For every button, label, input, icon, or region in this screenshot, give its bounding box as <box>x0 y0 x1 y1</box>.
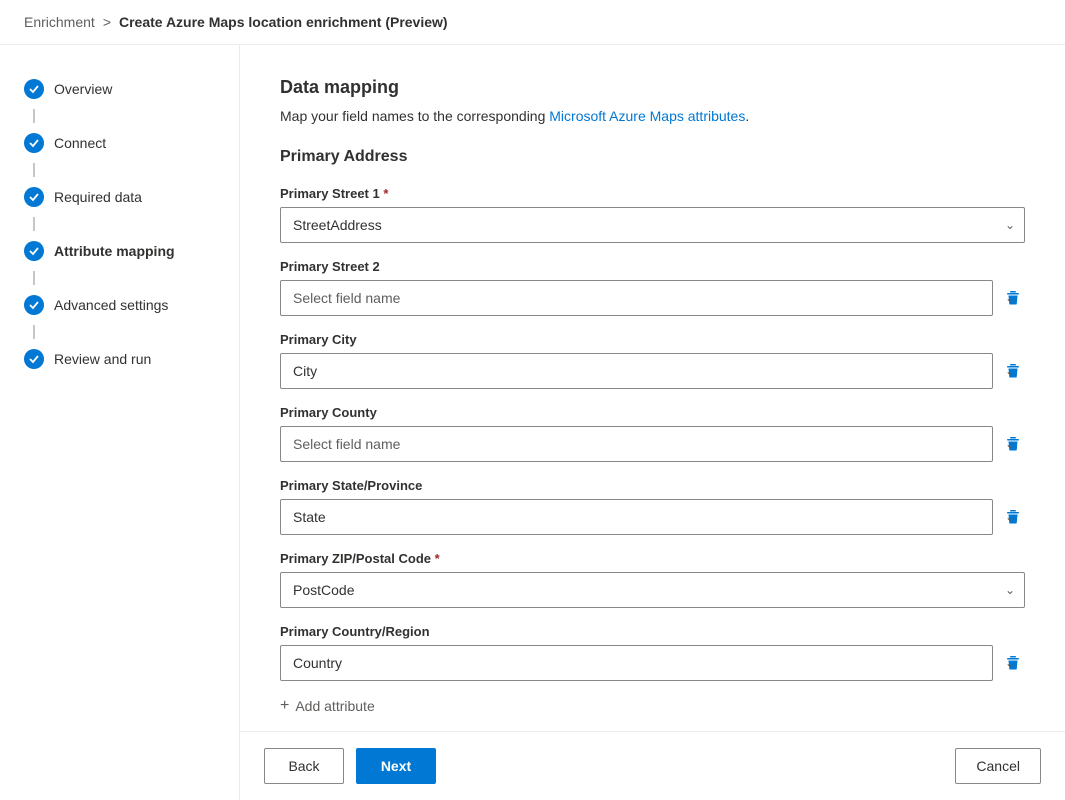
sidebar-item-advanced-settings[interactable]: Advanced settings <box>0 285 239 325</box>
select-primary-city[interactable]: City <box>280 353 993 389</box>
sidebar-item-attribute-mapping[interactable]: Attribute mapping <box>0 231 239 271</box>
footer: Back Next Cancel <box>240 731 1065 800</box>
select-primary-street-1[interactable]: StreetAddress <box>280 207 1025 243</box>
subtitle-link[interactable]: Microsoft Azure Maps attributes <box>549 108 745 124</box>
sidebar-item-review-and-run[interactable]: Review and run <box>0 339 239 379</box>
delete-button-city[interactable] <box>1001 359 1025 383</box>
required-marker-street-1: * <box>383 186 388 201</box>
delete-button-country[interactable] <box>1001 651 1025 675</box>
breadcrumb-separator: > <box>103 14 111 30</box>
required-marker-zip: * <box>435 551 440 566</box>
select-wrapper-primary-street-2: Select field name ⌄ <box>280 280 1025 316</box>
select-wrapper-primary-state: State ⌄ <box>280 499 1025 535</box>
field-label-primary-street-1: Primary Street 1 * <box>280 186 1025 201</box>
check-icon-review-and-run <box>24 349 44 369</box>
sidebar-label-overview: Overview <box>54 81 112 97</box>
select-wrapper-primary-city: City ⌄ <box>280 353 1025 389</box>
field-label-primary-county: Primary County <box>280 405 1025 420</box>
section-title: Data mapping <box>280 77 1025 98</box>
field-group-primary-country: Primary Country/Region Country ⌄ <box>280 624 1025 681</box>
header: Enrichment > Create Azure Maps location … <box>0 0 1065 45</box>
delete-button-street-2[interactable] <box>1001 286 1025 310</box>
select-wrapper-primary-zip: PostCode ⌄ <box>280 572 1025 608</box>
add-attribute-label: Add attribute <box>295 698 374 714</box>
add-attribute-button[interactable]: + Add attribute <box>280 697 1025 715</box>
sidebar-connector-2 <box>33 163 35 177</box>
select-wrapper-primary-county: Select field name ⌄ <box>280 426 1025 462</box>
check-icon-attribute-mapping <box>24 241 44 261</box>
subtitle-text: Map your field names to the correspondin… <box>280 108 549 124</box>
breadcrumb-current: Create Azure Maps location enrichment (P… <box>119 14 448 30</box>
field-label-primary-state: Primary State/Province <box>280 478 1025 493</box>
field-group-primary-city: Primary City City ⌄ <box>280 332 1025 389</box>
breadcrumb-root: Enrichment <box>24 14 95 30</box>
sidebar-label-required-data: Required data <box>54 189 142 205</box>
select-wrapper-primary-country: Country ⌄ <box>280 645 1025 681</box>
sidebar-connector-1 <box>33 109 35 123</box>
sidebar-connector-5 <box>33 325 35 339</box>
delete-button-state[interactable] <box>1001 505 1025 529</box>
content-area: Data mapping Map your field names to the… <box>240 45 1065 731</box>
sidebar-connector-4 <box>33 271 35 285</box>
cancel-button[interactable]: Cancel <box>955 748 1041 784</box>
field-group-primary-zip: Primary ZIP/Postal Code * PostCode ⌄ <box>280 551 1025 608</box>
check-icon-connect <box>24 133 44 153</box>
sidebar-item-connect[interactable]: Connect <box>0 123 239 163</box>
section-subtitle: Map your field names to the correspondin… <box>280 108 1025 124</box>
select-primary-state[interactable]: State <box>280 499 993 535</box>
field-label-primary-country: Primary Country/Region <box>280 624 1025 639</box>
sidebar-label-advanced-settings: Advanced settings <box>54 297 168 313</box>
subtitle-period: . <box>745 108 749 124</box>
field-group-primary-street-1: Primary Street 1 * StreetAddress ⌄ <box>280 186 1025 243</box>
page-wrapper: Enrichment > Create Azure Maps location … <box>0 0 1065 800</box>
sidebar-label-connect: Connect <box>54 135 106 151</box>
sidebar-item-overview[interactable]: Overview <box>0 69 239 109</box>
field-group-primary-state: Primary State/Province State ⌄ <box>280 478 1025 535</box>
check-icon-advanced-settings <box>24 295 44 315</box>
primary-address-title: Primary Address <box>280 148 1025 166</box>
select-primary-country[interactable]: Country <box>280 645 993 681</box>
main-area: Overview Connect Required data <box>0 45 1065 800</box>
field-group-primary-county: Primary County Select field name ⌄ <box>280 405 1025 462</box>
back-button[interactable]: Back <box>264 748 344 784</box>
next-button[interactable]: Next <box>356 748 436 784</box>
select-wrapper-primary-street-1: StreetAddress ⌄ <box>280 207 1025 243</box>
select-primary-county[interactable]: Select field name <box>280 426 993 462</box>
sidebar-label-attribute-mapping: Attribute mapping <box>54 243 175 259</box>
check-icon-required-data <box>24 187 44 207</box>
content-wrapper: Data mapping Map your field names to the… <box>240 45 1065 800</box>
plus-icon: + <box>280 697 289 715</box>
field-label-primary-zip: Primary ZIP/Postal Code * <box>280 551 1025 566</box>
footer-left-buttons: Back Next <box>264 748 436 784</box>
sidebar: Overview Connect Required data <box>0 45 240 800</box>
field-label-primary-street-2: Primary Street 2 <box>280 259 1025 274</box>
field-group-primary-street-2: Primary Street 2 Select field name ⌄ <box>280 259 1025 316</box>
field-label-primary-city: Primary City <box>280 332 1025 347</box>
check-icon-overview <box>24 79 44 99</box>
sidebar-label-review-and-run: Review and run <box>54 351 151 367</box>
sidebar-connector-3 <box>33 217 35 231</box>
sidebar-item-required-data[interactable]: Required data <box>0 177 239 217</box>
select-primary-street-2[interactable]: Select field name <box>280 280 993 316</box>
delete-button-county[interactable] <box>1001 432 1025 456</box>
select-primary-zip[interactable]: PostCode <box>280 572 1025 608</box>
